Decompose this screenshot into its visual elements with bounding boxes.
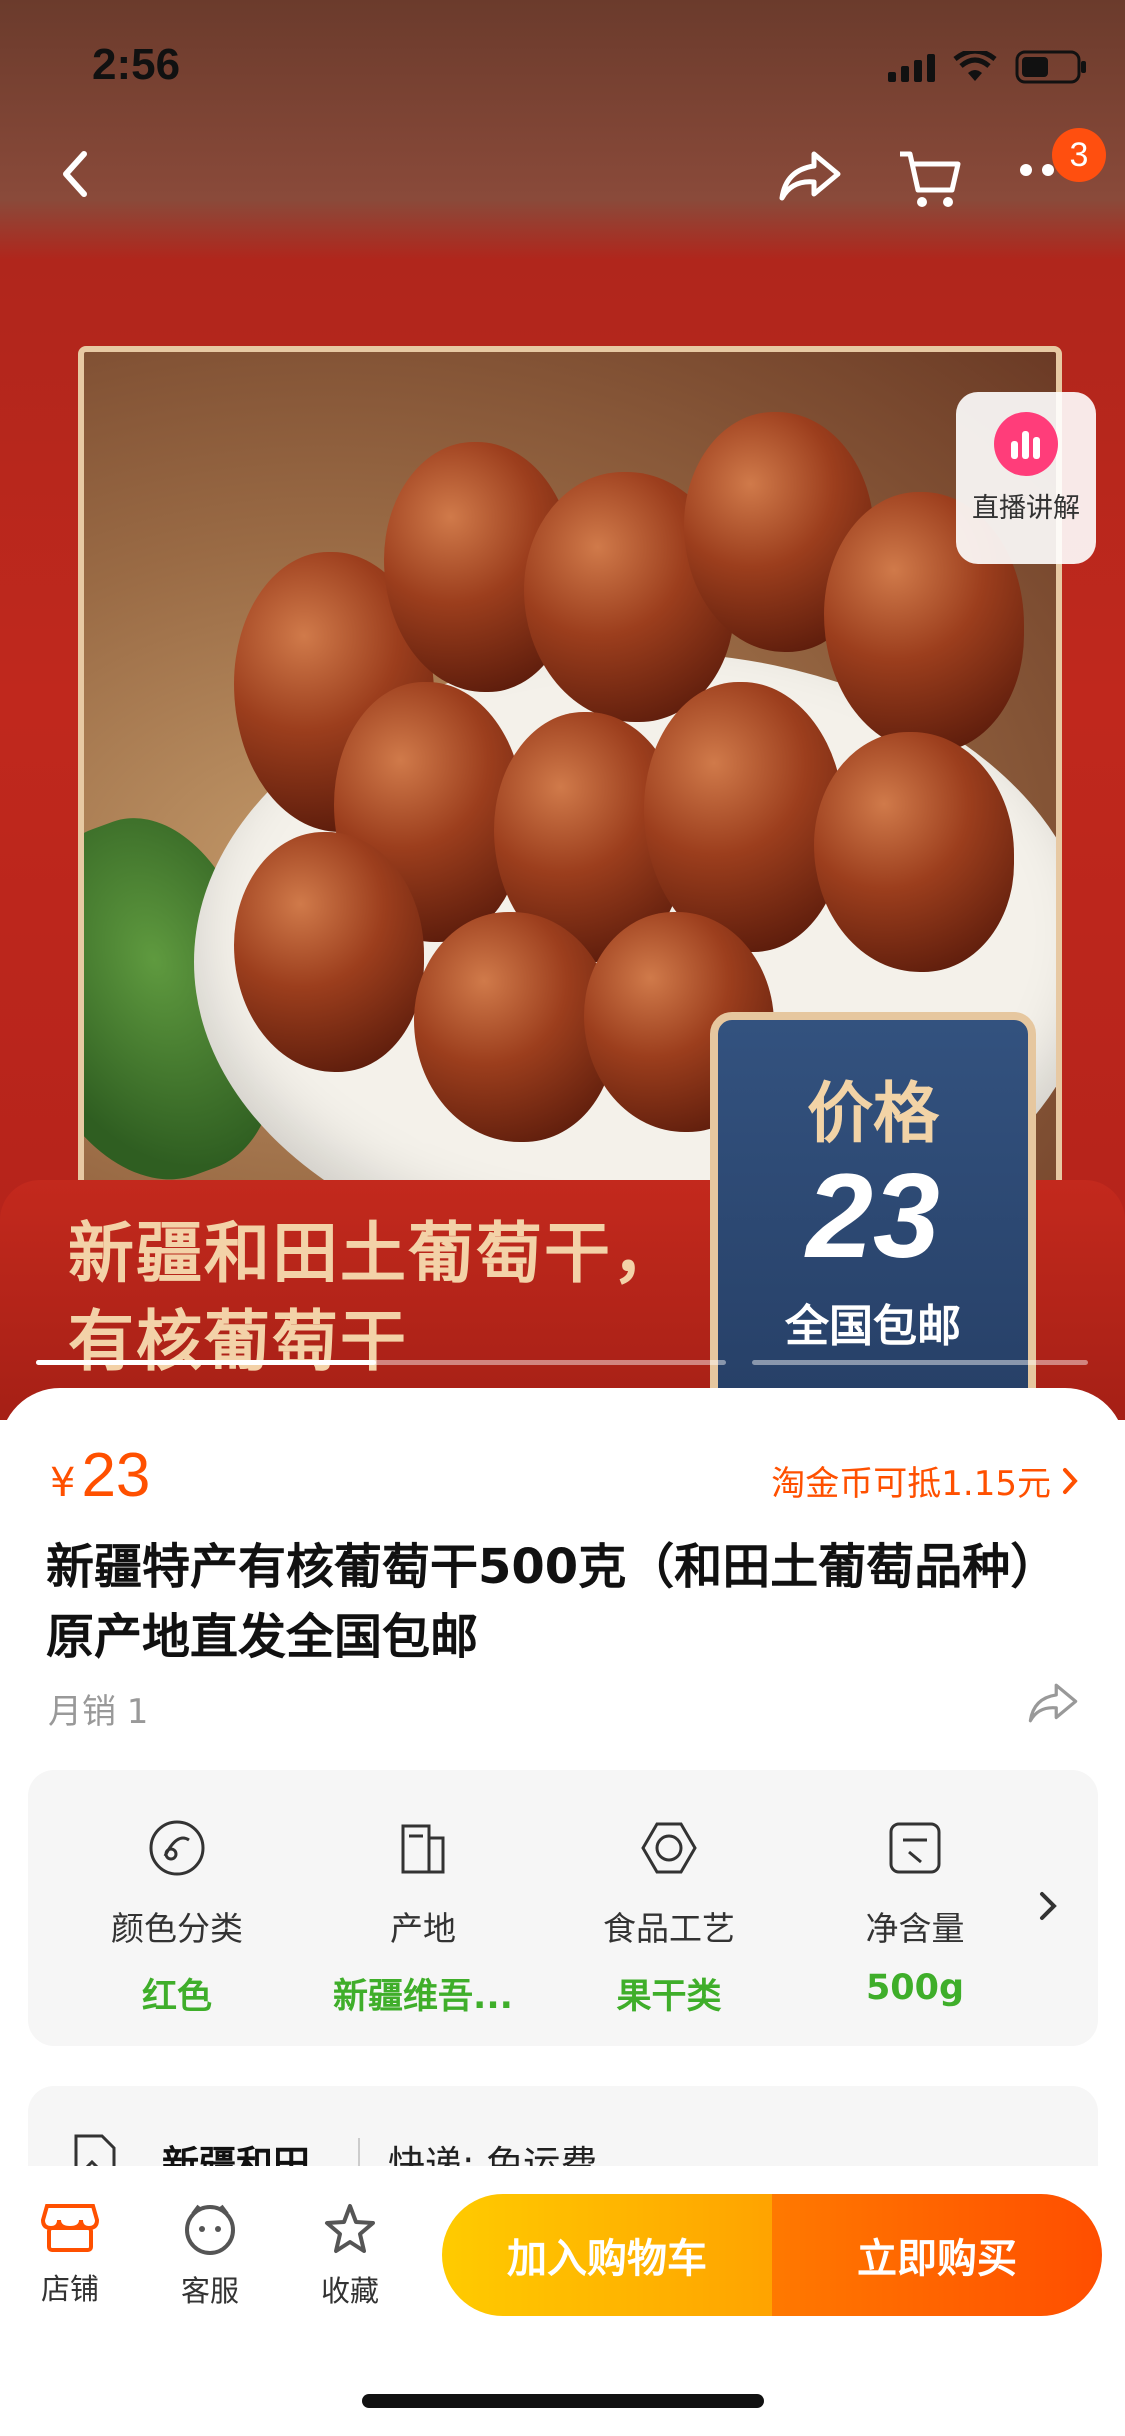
- share-button[interactable]: [778, 150, 842, 206]
- currency-symbol: ¥: [50, 1460, 76, 1506]
- price-value: 23: [81, 1441, 151, 1510]
- price-tag-sub: 全国包邮: [785, 1301, 961, 1352]
- divider: [358, 2138, 360, 2166]
- back-button[interactable]: [56, 150, 96, 202]
- attributes-card[interactable]: 颜色分类 红色 产地 新疆维吾... 食品工艺 果干类 净含量 500g: [28, 1770, 1098, 2046]
- chevron-right-icon: [1063, 1467, 1078, 1494]
- attribute-value: 红色: [141, 1977, 212, 2017]
- favorite-button[interactable]: 收藏: [300, 2202, 400, 2310]
- attribute-label: 食品工艺: [603, 1909, 735, 1948]
- status-time: 2:56: [92, 40, 181, 89]
- add-to-cart-button[interactable]: 加入购物车: [442, 2194, 772, 2316]
- gallery-progress-2: [752, 1360, 1088, 1365]
- price-tag-label: 价格: [807, 1075, 939, 1152]
- store-icon: [40, 2204, 100, 2252]
- gallery-progress-1: [36, 1360, 726, 1365]
- share-icon: [779, 151, 841, 201]
- status-icons: [888, 50, 1087, 84]
- scale-icon: [889, 1822, 941, 1874]
- product-gallery[interactable]: 2:56 3 直播讲解 新疆和田土葡萄干，有核葡萄干 价格 23 全国包邮: [0, 0, 1125, 1420]
- shipping-card[interactable]: 新疆和田 快递: 免运费: [28, 2086, 1098, 2166]
- attribute-label: 产地: [390, 1909, 456, 1948]
- price-row: ¥23: [50, 1440, 150, 1511]
- share-icon: [1028, 1683, 1078, 1723]
- favorite-label: 收藏: [320, 2274, 379, 2308]
- attribute-label: 净含量: [865, 1909, 965, 1948]
- home-indicator: [362, 2394, 764, 2408]
- attribute-value: 新疆维吾...: [333, 1977, 513, 2017]
- color-palette-icon: [149, 1820, 205, 1876]
- coin-discount-text: 淘金币可抵1.15元: [771, 1464, 1051, 1504]
- battery-icon: [1015, 50, 1087, 84]
- store-button[interactable]: 店铺: [20, 2202, 120, 2308]
- signal-icon: [888, 52, 935, 82]
- service-button[interactable]: 客服: [160, 2202, 260, 2310]
- price-tag-value: 23: [806, 1149, 940, 1283]
- attributes-more-button[interactable]: [1038, 1890, 1058, 1926]
- shipping-origin: 新疆和田: [162, 2143, 310, 2166]
- cart-button[interactable]: [898, 150, 962, 214]
- attribute-value: 500g: [865, 1968, 965, 2008]
- attribute-process[interactable]: 食品工艺 果干类: [564, 1818, 774, 2019]
- chevron-right-icon: [1040, 1892, 1057, 1920]
- live-explain-button[interactable]: 直播讲解: [956, 392, 1096, 564]
- star-icon: [325, 2204, 375, 2253]
- live-bars-icon: [994, 412, 1058, 476]
- share-product-button[interactable]: [1027, 1682, 1079, 1728]
- chevron-left-icon: [63, 151, 87, 197]
- attribute-weight[interactable]: 净含量 500g: [810, 1818, 1020, 2008]
- building-icon: [401, 1824, 445, 1874]
- attribute-color[interactable]: 颜色分类 红色: [72, 1818, 282, 2019]
- coin-discount-link[interactable]: 淘金币可抵1.15元: [771, 1456, 1079, 1505]
- price-tag: 价格 23 全国包邮: [710, 1012, 1036, 1420]
- cart-count-badge: 3: [1052, 128, 1106, 182]
- hexagon-icon: [641, 1822, 697, 1874]
- shipping-fee: 快递: 免运费: [388, 2143, 598, 2166]
- attribute-value: 果干类: [616, 1977, 722, 2017]
- attribute-label: 颜色分类: [111, 1909, 243, 1948]
- monthly-sales: 月销 1: [48, 1692, 149, 1732]
- wifi-icon: [953, 51, 997, 83]
- store-label: 店铺: [40, 2272, 99, 2306]
- product-title: 新疆特产有核葡萄干500克（和田土葡萄品种）原产地直发全国包邮: [46, 1539, 1059, 1665]
- service-label: 客服: [180, 2274, 239, 2308]
- location-doc-icon: [74, 2134, 116, 2166]
- customer-service-icon: [185, 2204, 235, 2255]
- cart-icon: [900, 151, 961, 207]
- live-explain-label: 直播讲解: [972, 493, 1080, 524]
- attribute-origin[interactable]: 产地 新疆维吾...: [318, 1818, 528, 2019]
- buy-now-button[interactable]: 立即购买: [772, 2194, 1102, 2316]
